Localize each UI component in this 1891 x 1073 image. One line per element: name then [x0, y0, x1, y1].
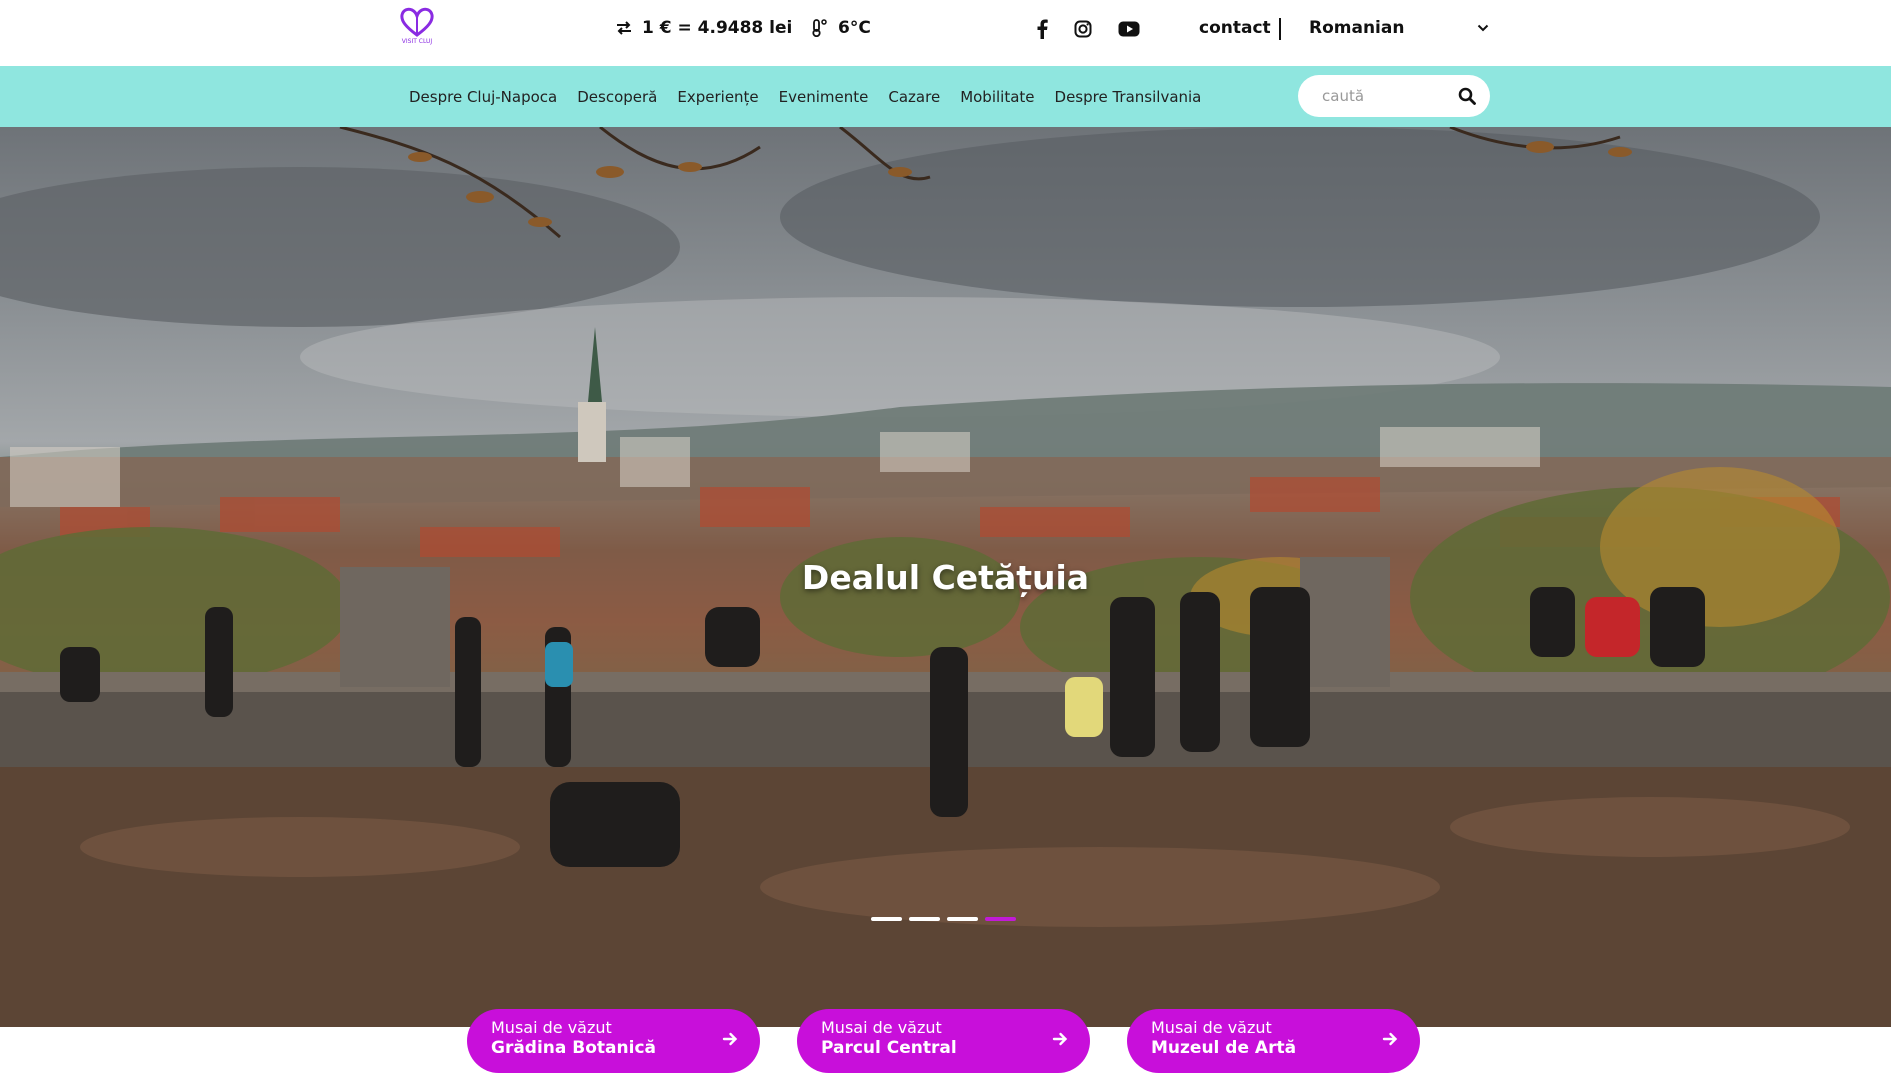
card-title: Muzeul de Artă: [1151, 1038, 1297, 1058]
hero-title: Dealul Cetățuia: [801, 558, 1090, 597]
temperature-text: 6°C: [838, 18, 871, 38]
exchange-icon: [617, 21, 631, 35]
logo-heart-icon: [400, 7, 434, 37]
logo[interactable]: VISIT CLUJ: [398, 7, 436, 53]
facebook-icon[interactable]: [1036, 17, 1048, 41]
divider: [1279, 18, 1281, 40]
slider-dot[interactable]: [871, 917, 902, 921]
search-box: [1298, 75, 1490, 117]
card-parcul-central[interactable]: Musai de văzut Parcul Central: [797, 1009, 1090, 1073]
card-title: Parcul Central: [821, 1038, 957, 1058]
arrow-right-icon: [722, 1032, 738, 1046]
nav-item-experiente[interactable]: Experiențe: [677, 88, 758, 106]
youtube-icon[interactable]: [1118, 17, 1140, 41]
nav-item-descopera[interactable]: Descoperă: [577, 88, 657, 106]
nav-item-cazare[interactable]: Cazare: [888, 88, 940, 106]
instagram-icon[interactable]: [1074, 17, 1092, 41]
exchange-rate: 1 € = 4.9488 lei: [616, 18, 792, 38]
must-see-cards: Musai de văzut Grădina Botanică Musai de…: [467, 1009, 1420, 1073]
hero-slider[interactable]: Dealul Cetățuia: [0, 127, 1891, 1027]
slider-dot-active[interactable]: [985, 917, 1016, 921]
card-subtitle: Musai de văzut: [491, 1018, 612, 1037]
top-bar: VISIT CLUJ 1 € = 4.9488 lei 6°C contact …: [0, 0, 1891, 66]
arrow-right-icon: [1052, 1032, 1068, 1046]
thermometer-icon: [812, 19, 827, 37]
card-title: Grădina Botanică: [491, 1038, 657, 1058]
main-nav: Despre Cluj-Napoca Descoperă Experiențe …: [409, 66, 1201, 127]
slider-dots: [871, 917, 1016, 921]
card-subtitle: Musai de văzut: [821, 1018, 942, 1037]
temperature: 6°C: [810, 18, 871, 38]
nav-item-despre-transilvania[interactable]: Despre Transilvania: [1055, 88, 1202, 106]
nav-item-evenimente[interactable]: Evenimente: [779, 88, 869, 106]
language-selected: Romanian: [1309, 18, 1405, 38]
chevron-down-icon: [1477, 24, 1489, 32]
search-input[interactable]: [1322, 87, 1452, 105]
main-nav-bar: Despre Cluj-Napoca Descoperă Experiențe …: [0, 66, 1891, 127]
nav-item-mobilitate[interactable]: Mobilitate: [960, 88, 1034, 106]
logo-text: VISIT CLUJ: [401, 38, 433, 45]
contact-link[interactable]: contact: [1199, 18, 1271, 38]
slider-dot[interactable]: [909, 917, 940, 921]
card-muzeul-de-arta[interactable]: Musai de văzut Muzeul de Artă: [1127, 1009, 1420, 1073]
search-icon[interactable]: [1458, 87, 1476, 105]
arrow-right-icon: [1382, 1032, 1398, 1046]
exchange-rate-text: 1 € = 4.9488 lei: [642, 18, 793, 38]
card-subtitle: Musai de văzut: [1151, 1018, 1272, 1037]
nav-item-despre-cluj[interactable]: Despre Cluj-Napoca: [409, 88, 557, 106]
language-select[interactable]: Romanian: [1309, 18, 1489, 38]
slider-dot[interactable]: [947, 917, 978, 921]
card-gradina-botanica[interactable]: Musai de văzut Grădina Botanică: [467, 1009, 760, 1073]
social-links: [1036, 17, 1140, 41]
